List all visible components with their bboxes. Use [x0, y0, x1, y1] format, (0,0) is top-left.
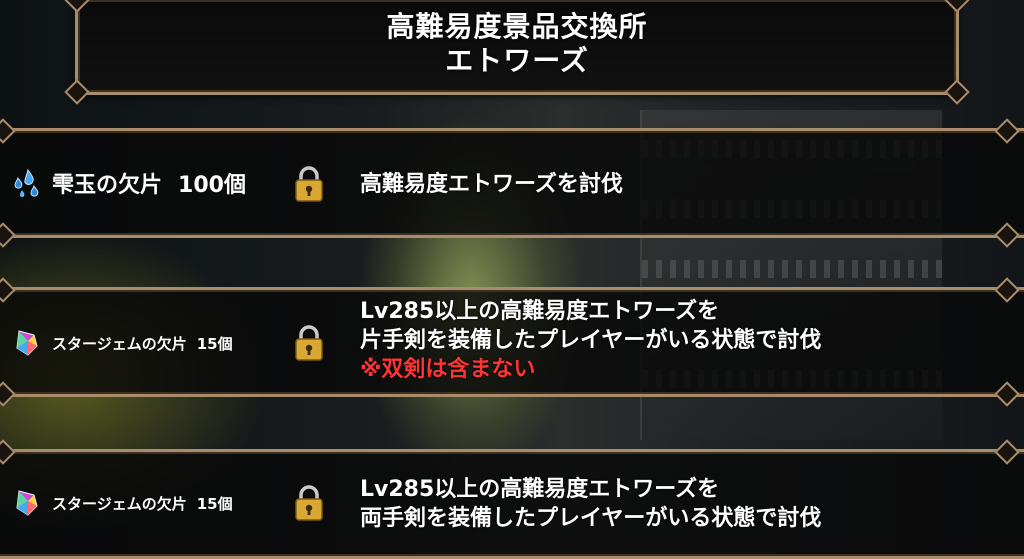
title-panel: 高難易度景品交換所 エトワーズ [64, 0, 970, 105]
item-name: 雫玉の欠片 [52, 173, 163, 198]
frame-ornament [64, 79, 90, 105]
condition-line: 片手剣を装備したプレイヤーがいる状態で討伐 [360, 328, 822, 353]
lock-icon [295, 485, 323, 521]
condition-line: Lv285以上の高難易度エトワーズを [360, 477, 720, 502]
reward-row[interactable]: 雫玉の欠片 100個 高難易度エトワーズを討伐 [0, 118, 1024, 248]
star-gem-shard-icon [10, 326, 44, 360]
reward-item: スタージェムの欠片 15個 [10, 326, 233, 360]
reward-row[interactable]: スタージェムの欠片 15個 Lv285以上の高難易度エトワーズを 片手剣を装備し… [0, 277, 1024, 407]
unlock-condition: Lv285以上の高難易度エトワーズを 両手剣を装備したプレイヤーがいる状態で討伐 [360, 475, 821, 533]
reward-item: スタージェムの欠片 15個 [10, 486, 233, 520]
unlock-condition: 高難易度エトワーズを討伐 [360, 170, 623, 199]
lock-icon [295, 166, 323, 202]
item-name: スタージェムの欠片 [52, 334, 187, 353]
lock-icon [295, 325, 323, 361]
unlock-condition: Lv285以上の高難易度エトワーズを 片手剣を装備したプレイヤーがいる状態で討伐… [360, 297, 821, 384]
item-name: スタージェムの欠片 [52, 494, 187, 513]
reward-row[interactable]: スタージェムの欠片 15個 Lv285以上の高難易度エトワーズを 両手剣を装備し… [0, 439, 1024, 559]
item-quantity: 15個 [196, 494, 233, 513]
condition-line: 両手剣を装備したプレイヤーがいる状態で討伐 [360, 506, 822, 531]
page-subtitle: エトワーズ [445, 44, 589, 77]
condition-line: Lv285以上の高難易度エトワーズを [360, 299, 720, 324]
item-quantity: 15個 [196, 334, 233, 353]
condition-note: ※双剣は含まない [360, 357, 536, 382]
frame-ornament [944, 79, 970, 105]
reward-item: 雫玉の欠片 100個 [10, 166, 246, 200]
droplet-shard-icon [10, 166, 44, 200]
condition-line: 高難易度エトワーズを討伐 [360, 172, 623, 197]
star-gem-shard-icon [10, 486, 44, 520]
page-title: 高難易度景品交換所 [386, 10, 648, 43]
item-quantity: 100個 [178, 173, 246, 198]
